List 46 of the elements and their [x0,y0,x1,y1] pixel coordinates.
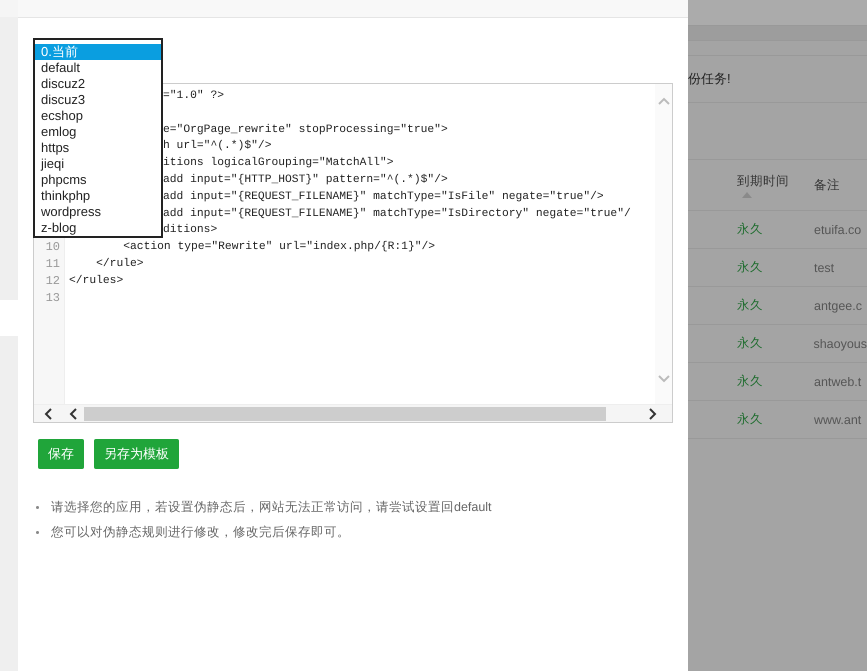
expiry-cell-text: 永久 [736,335,764,352]
code-line: add input="{REQUEST_FILENAME}" matchType="IsDirectory" negate="true"/ [163,206,631,222]
scrollbar-thumb[interactable] [84,406,606,420]
code-line: e="OrgPage_rewrite" stopProcessing="true"> [163,122,448,138]
line-number: 12 [44,272,61,290]
note-text: 请选择您的应用，若设置伪静态后，网站无法正常访问，请尝试设置回default [51,499,492,516]
dropdown-option[interactable]: z-blog [35,220,161,236]
code-line: h url="^(.*)$"/> [163,138,272,154]
expiry-cell-text: 永久 [736,297,764,314]
code-line: ="1.0" ?> [163,88,224,104]
dropdown-option[interactable]: discuz2 [35,76,161,92]
code-line: ditions> [163,222,218,238]
code-line: itions logicalGrouping="MatchAll"> [163,156,394,172]
note-text: 您可以对伪静态规则进行修改，修改完后保存即可。 [51,524,350,541]
code-line: add input="{REQUEST_FILENAME}" matchType="IsFile" negate="true"/> [163,190,604,205]
bullet-icon [36,531,39,534]
expiry-cell-text: 永久 [736,411,764,428]
line-number: 10 [44,239,61,256]
expiry-cell-text: 永久 [736,373,764,390]
remark-cell: antweb.t [814,374,862,388]
code-line: </rules> [69,274,124,289]
remark-cell: www.ant [814,412,862,426]
dropdown-option[interactable]: ecshop [35,108,161,124]
dropdown-option[interactable]: jieqi [35,156,161,172]
line-number: 11 [44,256,61,273]
remark-cell: test [814,260,834,274]
dropdown-option[interactable]: wordpress [35,204,161,220]
dropdown-option[interactable]: https [35,140,161,156]
column-header[interactable]: 备注 [814,176,840,194]
expiry-cell-text: 永久 [736,221,764,238]
dropdown-option[interactable]: discuz3 [35,92,161,108]
bullet-icon [36,506,39,509]
notice-text: 份任务! [688,70,731,88]
remark-cell: antgee.c [814,298,862,312]
remark-cell: shaoyous [813,336,867,350]
expiry-cell-text: 永久 [736,259,764,276]
code-line: </rule> [95,256,144,272]
dropdown-option[interactable]: thinkphp [35,188,161,204]
code-line: <action type="Rewrite" url="index.php/{R:1}"/> [122,240,436,256]
dropdown-option[interactable]: phpcms [35,172,161,188]
code-line: add input="{HTTP_HOST}" pattern="^(.*)$"/> [163,172,448,188]
remark-cell: etuifa.co [814,222,862,236]
column-header[interactable]: 到期时间 [737,172,789,190]
dropdown-option[interactable]: emlog [35,124,161,140]
dropdown-option[interactable]: default [35,60,161,76]
line-number: 13 [44,290,61,306]
